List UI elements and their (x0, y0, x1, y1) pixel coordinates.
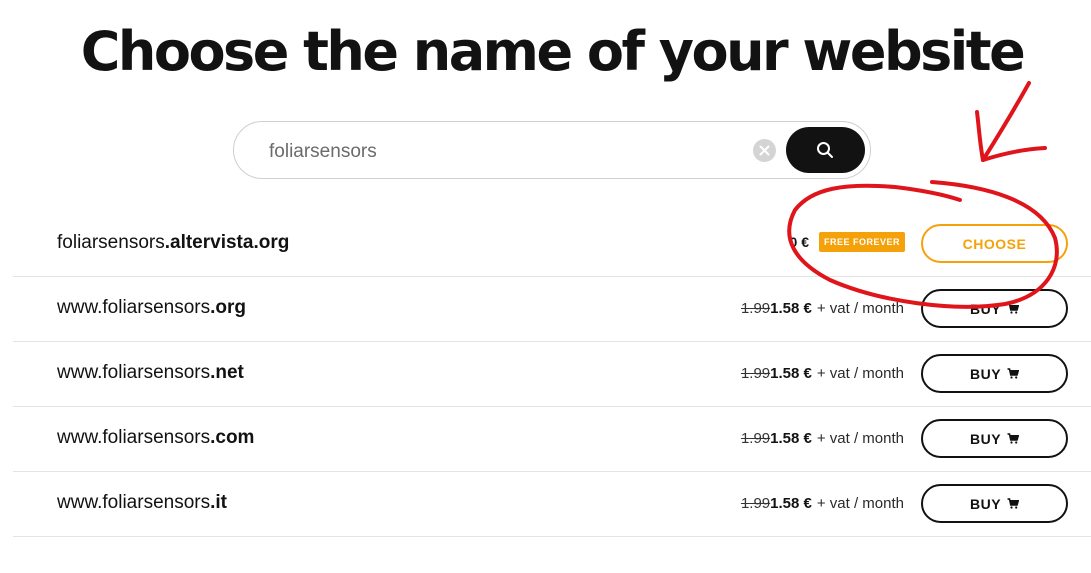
new-price: 1.58 € (770, 365, 812, 382)
cart-icon (1007, 498, 1020, 509)
search-input[interactable] (267, 134, 751, 170)
buy-button[interactable]: BUY (921, 289, 1068, 328)
cart-icon (1007, 303, 1020, 314)
domain-row-altervista: foliarsensors.altervista.org 0 € FREE FO… (13, 212, 1091, 277)
price-suffix: + vat / month (816, 495, 904, 512)
old-price: 1.99 (740, 430, 771, 447)
domain-name: www.foliarsensors.org (57, 297, 246, 318)
domain-row-net: www.foliarsensors.net 1.99 1.58 € + vat … (13, 342, 1091, 407)
new-price: 1.58 € (770, 495, 812, 512)
close-icon (759, 145, 770, 156)
new-price: 1.58 € (770, 300, 812, 317)
buy-button[interactable]: BUY (921, 419, 1068, 458)
price: 1.99 1.58 € + vat / month (741, 365, 904, 382)
search-button[interactable] (786, 127, 865, 173)
free-forever-badge: FREE FOREVER (818, 232, 905, 252)
cart-icon (1007, 368, 1020, 379)
cart-icon (1007, 433, 1020, 444)
free-price: 0 € (789, 234, 809, 250)
old-price: 1.99 (740, 365, 771, 382)
search-bar (233, 121, 871, 179)
choose-button[interactable]: CHOOSE (921, 224, 1068, 263)
price-suffix: + vat / month (816, 430, 904, 447)
buy-button[interactable]: BUY (921, 354, 1068, 393)
domain-row-org: www.foliarsensors.org 1.99 1.58 € + vat … (13, 277, 1091, 342)
buy-button[interactable]: BUY (921, 484, 1068, 523)
price: 1.99 1.58 € + vat / month (741, 300, 904, 317)
domain-name: www.foliarsensors.net (57, 362, 244, 383)
new-price: 1.58 € (770, 430, 812, 447)
old-price: 1.99 (740, 300, 771, 317)
page-title: Choose the name of your website (80, 20, 1026, 83)
clear-search-button[interactable] (753, 139, 776, 162)
search-icon (817, 142, 833, 158)
price-free: 0 € FREE FOREVER (790, 232, 905, 252)
domain-row-com: www.foliarsensors.com 1.99 1.58 € + vat … (13, 407, 1091, 472)
domain-name: foliarsensors.altervista.org (57, 232, 290, 253)
domain-name: www.foliarsensors.it (57, 492, 227, 513)
domain-name: www.foliarsensors.com (57, 427, 255, 448)
domain-row-it: www.foliarsensors.it 1.99 1.58 € + vat /… (13, 472, 1091, 537)
price: 1.99 1.58 € + vat / month (741, 495, 904, 512)
price-suffix: + vat / month (816, 300, 904, 317)
price-suffix: + vat / month (816, 365, 904, 382)
old-price: 1.99 (740, 495, 771, 512)
price: 1.99 1.58 € + vat / month (741, 430, 904, 447)
